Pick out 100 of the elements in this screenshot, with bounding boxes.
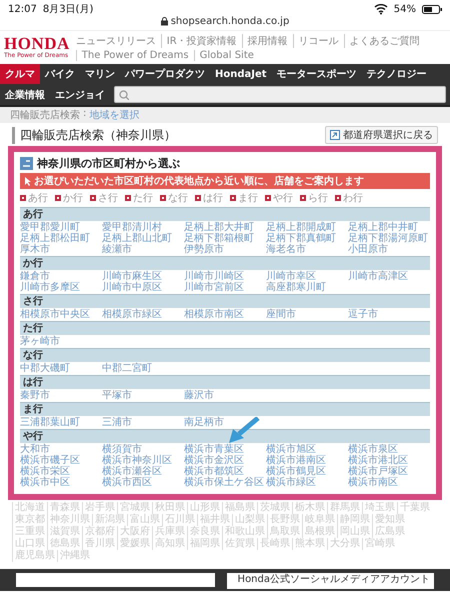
- city-link[interactable]: 平塚市: [102, 390, 132, 401]
- city-link[interactable]: 大和市: [20, 444, 50, 455]
- city-link[interactable]: 足柄上郡中井町: [348, 222, 418, 233]
- city-link[interactable]: 横浜市戸塚区: [348, 466, 408, 477]
- city-link[interactable]: 横浜市南区: [348, 477, 398, 488]
- city-link[interactable]: 横浜市都筑区: [184, 466, 244, 477]
- city-link[interactable]: 横浜市西区: [102, 477, 152, 488]
- header-link[interactable]: ニュースリリース: [76, 34, 161, 48]
- city-link[interactable]: 横浜市金沢区: [184, 455, 244, 466]
- nav-tab[interactable]: HondaJet: [210, 66, 272, 82]
- header-link[interactable]: The Power of Dreams: [76, 50, 194, 61]
- bullet-icon: [125, 195, 131, 201]
- city-link[interactable]: 伊勢原市: [184, 244, 224, 255]
- city-link[interactable]: 横浜市青葉区: [184, 444, 244, 455]
- city-link[interactable]: 愛甲郡愛川町: [20, 222, 80, 233]
- kana-link[interactable]: は行: [195, 191, 223, 205]
- nav-tab[interactable]: クルマ: [0, 64, 40, 84]
- city-link[interactable]: 横浜市港南区: [266, 455, 326, 466]
- kana-link[interactable]: た行: [125, 191, 153, 205]
- section-header: や行: [20, 429, 430, 443]
- url-text: shopsearch.honda.co.jp: [170, 16, 290, 27]
- city-link[interactable]: 横浜市旭区: [266, 444, 316, 455]
- battery-level: 54%: [394, 4, 416, 14]
- city-link[interactable]: 逗子市: [348, 309, 378, 320]
- city-link[interactable]: 座間市: [266, 309, 296, 320]
- city-link[interactable]: 横浜市栄区: [20, 466, 70, 477]
- kana-link[interactable]: わ行: [335, 191, 363, 205]
- city-link[interactable]: 三浦郡葉山町: [20, 417, 80, 428]
- nav-tab[interactable]: エンジョイ: [50, 84, 110, 104]
- city-link[interactable]: 横須賀市: [102, 444, 142, 455]
- city-link[interactable]: 綾瀬市: [102, 244, 132, 255]
- city-link[interactable]: 中郡大磯町: [20, 363, 70, 374]
- back-button[interactable]: 都道府県選択に戻る: [325, 126, 438, 144]
- section-header: か行: [20, 256, 430, 270]
- city-link[interactable]: 足柄下郡真鶴町: [266, 233, 336, 244]
- breadcrumb-text: 四輪販売店検索: [10, 108, 80, 122]
- city-link[interactable]: 厚木市: [20, 244, 50, 255]
- kana-link[interactable]: か行: [55, 191, 83, 205]
- breadcrumb-separator: :: [83, 108, 86, 121]
- city-link[interactable]: 横浜市磯子区: [20, 455, 80, 466]
- kana-link[interactable]: や行: [265, 191, 293, 205]
- city-link[interactable]: 相模原市緑区: [102, 309, 162, 320]
- city-link[interactable]: 高座郡寒川町: [266, 282, 326, 293]
- city-link[interactable]: 足柄上郡松田町: [20, 233, 90, 244]
- kana-link[interactable]: ら行: [300, 191, 328, 205]
- city-link[interactable]: 三浦市: [102, 417, 132, 428]
- city-link[interactable]: 横浜市鶴見区: [266, 466, 326, 477]
- section-header: な行: [20, 348, 430, 362]
- city-link[interactable]: 愛甲郡清川村: [102, 222, 162, 233]
- header-link[interactable]: リコール: [292, 34, 344, 48]
- city-link[interactable]: 川崎市麻生区: [102, 271, 162, 282]
- city-link[interactable]: 横浜市泉区: [348, 444, 398, 455]
- city-link[interactable]: 足柄上郡山北町: [102, 233, 172, 244]
- city-link[interactable]: 小田原市: [348, 244, 388, 255]
- city-link[interactable]: 川崎市幸区: [266, 271, 316, 282]
- header-link[interactable]: よくあるご質問: [344, 34, 425, 48]
- city-link[interactable]: 横浜市瀬谷区: [102, 466, 162, 477]
- honda-logo[interactable]: HONDA: [4, 36, 70, 52]
- city-link[interactable]: 相模原市中央区: [20, 309, 90, 320]
- city-link[interactable]: 鎌倉市: [20, 271, 50, 282]
- header-link[interactable]: Global Site: [194, 50, 259, 61]
- breadcrumb-link[interactable]: 地域を選択: [89, 108, 140, 122]
- city-link[interactable]: 足柄下郡箱根町: [184, 233, 254, 244]
- city-link[interactable]: 足柄上郡大井町: [184, 222, 254, 233]
- city-link[interactable]: 横浜市緑区: [266, 477, 316, 488]
- search-field[interactable]: [114, 86, 446, 103]
- city-link[interactable]: 秦野市: [20, 390, 50, 401]
- city-link[interactable]: 横浜市保土ケ谷区: [184, 477, 264, 488]
- city-link[interactable]: 川崎市川崎区: [184, 271, 244, 282]
- kana-link[interactable]: さ行: [90, 191, 118, 205]
- header-link[interactable]: IR・投資家情報: [160, 34, 242, 48]
- nav-tab[interactable]: モータースポーツ: [272, 64, 362, 84]
- city-link[interactable]: 相模原市南区: [184, 309, 244, 320]
- city-link[interactable]: 藤沢市: [184, 390, 214, 401]
- city-link[interactable]: 茅ヶ崎市: [20, 336, 60, 347]
- header-link[interactable]: 採用情報: [242, 34, 293, 48]
- status-date: 8月3日(月): [42, 3, 94, 16]
- city-link[interactable]: 横浜市港北区: [348, 455, 408, 466]
- section-header: ま行: [20, 402, 430, 416]
- city-link[interactable]: 中郡二宮町: [102, 363, 152, 374]
- nav-tab[interactable]: パワープロダクツ: [120, 64, 210, 84]
- city-link[interactable]: 足柄下郡湯河原町: [348, 233, 428, 244]
- city-link[interactable]: 横浜市中区: [20, 477, 70, 488]
- city-link[interactable]: 川崎市中原区: [102, 282, 162, 293]
- kana-link[interactable]: あ行: [20, 191, 48, 205]
- kana-link[interactable]: ま行: [230, 191, 258, 205]
- status-time: 12:07: [8, 4, 37, 14]
- city-link[interactable]: 川崎市宮前区: [184, 282, 244, 293]
- city-link[interactable]: 海老名市: [266, 244, 306, 255]
- city-link[interactable]: 足柄上郡開成町: [266, 222, 336, 233]
- nav-tab[interactable]: マリン: [80, 64, 120, 84]
- city-link[interactable]: 横浜市神奈川区: [102, 455, 172, 466]
- nav-tab[interactable]: バイク: [40, 64, 80, 84]
- city-link[interactable]: 川崎市高津区: [348, 271, 408, 282]
- section-header: は行: [20, 375, 430, 389]
- kana-link[interactable]: な行: [160, 191, 188, 205]
- nav-tab[interactable]: テクノロジー: [362, 64, 432, 84]
- nav-tab[interactable]: 企業情報: [0, 84, 50, 104]
- city-link[interactable]: 川崎市多摩区: [20, 282, 80, 293]
- city-link[interactable]: 南足柄市: [184, 417, 224, 428]
